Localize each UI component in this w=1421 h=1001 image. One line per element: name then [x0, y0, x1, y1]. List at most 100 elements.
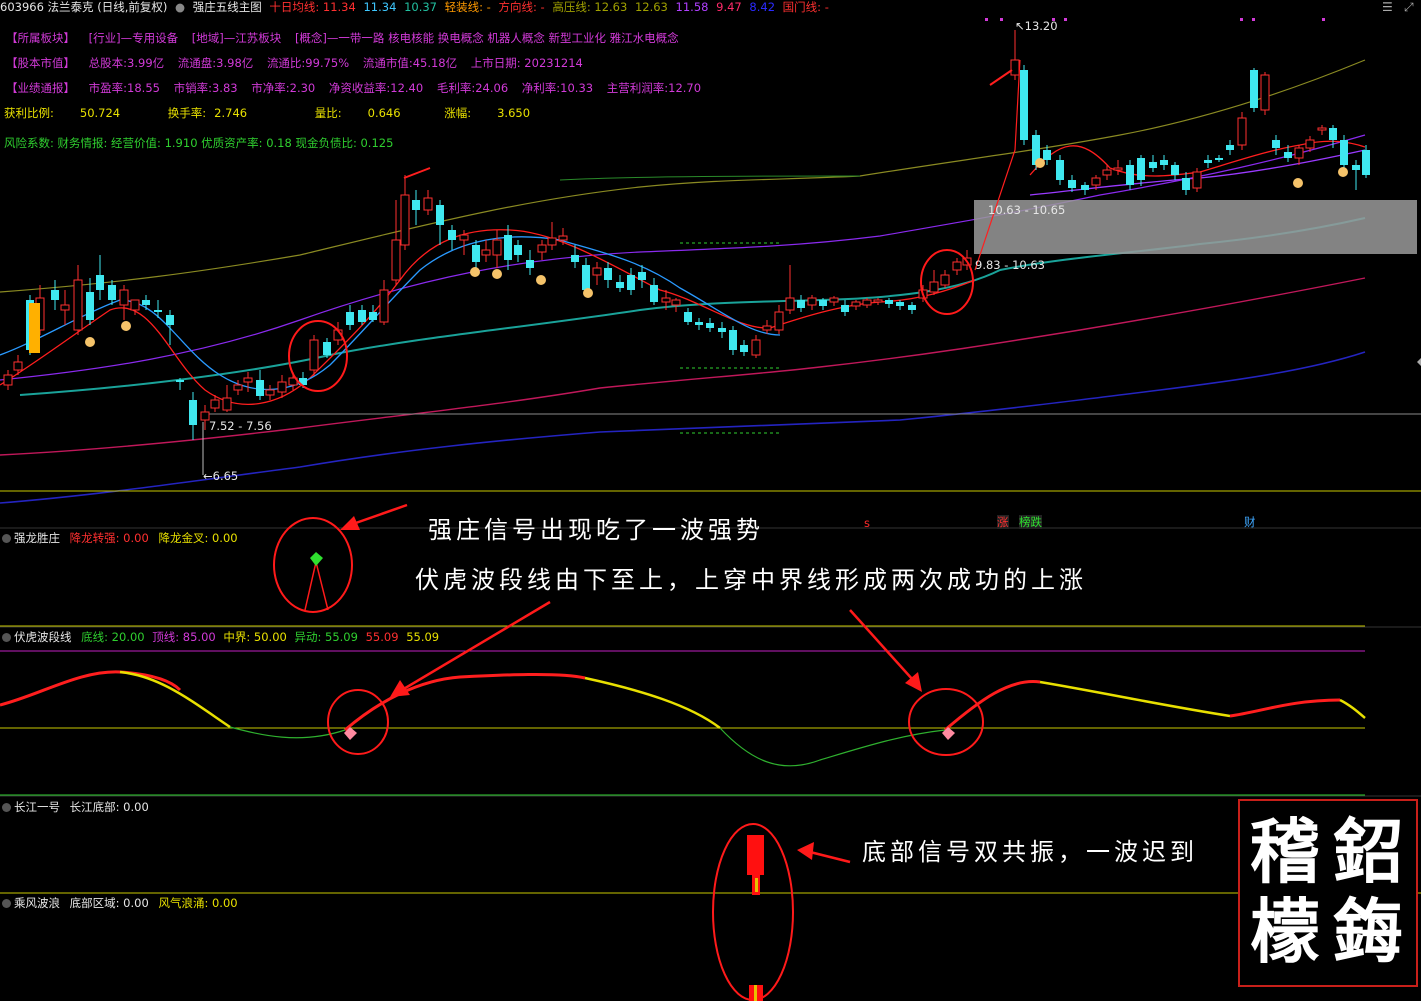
candle-body[interactable] [671, 299, 681, 306]
candle-body[interactable] [265, 389, 275, 396]
candle-body[interactable] [1102, 169, 1112, 176]
candle-body[interactable] [1352, 165, 1360, 170]
candle-body[interactable] [661, 297, 671, 303]
candle-body[interactable] [154, 310, 162, 312]
candle-body[interactable] [369, 312, 377, 320]
candle-body[interactable] [807, 297, 817, 306]
candle-body[interactable] [1020, 70, 1028, 140]
candle-body[interactable] [940, 274, 950, 286]
candle-body[interactable] [243, 377, 253, 383]
candle-body[interactable] [472, 245, 480, 262]
candle-body[interactable] [785, 297, 795, 311]
candle-body[interactable] [751, 339, 761, 356]
pane-title-chengfeng[interactable]: 乘风波浪 底部区域: 0.00 风气浪涌: 0.00 [2, 896, 238, 910]
candle-body[interactable] [108, 285, 116, 300]
candle-body[interactable] [706, 323, 714, 328]
candle-body[interactable] [176, 380, 184, 382]
candle-body[interactable] [873, 299, 883, 303]
candle-body[interactable] [1215, 158, 1223, 160]
candle-body[interactable] [1317, 127, 1327, 131]
candle-body[interactable] [492, 239, 502, 256]
candle-body[interactable] [86, 292, 94, 320]
candle-body[interactable] [119, 289, 129, 306]
candle-body[interactable] [774, 311, 784, 331]
candle-body[interactable] [582, 265, 590, 290]
candle-body[interactable] [740, 345, 748, 352]
candle-body[interactable] [1182, 178, 1190, 190]
candle-body[interactable] [627, 275, 635, 290]
candle-body[interactable] [459, 234, 469, 241]
marker-cai[interactable]: 财 [1244, 515, 1256, 529]
candle-body[interactable] [1226, 145, 1234, 150]
candle-body[interactable] [358, 310, 366, 322]
candle-body[interactable] [189, 400, 197, 425]
candle-body[interactable] [1056, 160, 1064, 180]
pane-title-qianglong[interactable]: 强龙胜庄 降龙转强: 0.00 降龙金叉: 0.00 [2, 531, 238, 545]
candle-body[interactable] [571, 255, 579, 262]
candle-body[interactable] [851, 301, 861, 307]
candle-body[interactable] [51, 290, 59, 300]
candle-body[interactable] [514, 245, 522, 255]
candle-body[interactable] [379, 289, 389, 323]
candle-body[interactable] [130, 299, 140, 311]
pane-toggle-icon[interactable] [2, 899, 11, 908]
candle-body[interactable] [616, 282, 624, 288]
candle-body[interactable] [1329, 128, 1337, 140]
candle-body[interactable] [896, 302, 904, 306]
candle-body[interactable] [96, 275, 104, 290]
candle-body[interactable] [862, 299, 872, 306]
pane-toggle-icon[interactable] [2, 534, 11, 543]
candle-body[interactable] [13, 361, 23, 371]
candle-body[interactable] [436, 205, 444, 225]
candle-body[interactable] [200, 411, 210, 421]
candle-body[interactable] [1043, 150, 1051, 160]
candle-body[interactable] [448, 230, 456, 240]
candle-body[interactable] [1149, 162, 1157, 168]
candle-body[interactable] [256, 380, 264, 396]
candle-body[interactable] [547, 237, 557, 246]
candle-body[interactable] [797, 300, 805, 308]
candle-body[interactable] [1091, 177, 1101, 186]
candle-body[interactable] [537, 244, 547, 253]
candle-body[interactable] [504, 235, 512, 260]
candle-body[interactable] [210, 399, 220, 409]
candle-body[interactable] [277, 381, 287, 393]
candle-body[interactable] [400, 194, 410, 246]
candle-body[interactable] [391, 239, 401, 281]
candle-body[interactable] [346, 312, 354, 325]
candle-body[interactable] [222, 397, 232, 411]
pane-toggle-icon[interactable] [2, 803, 11, 812]
candle-body[interactable] [233, 384, 243, 391]
candle-body[interactable] [481, 249, 491, 256]
candle-body[interactable] [819, 300, 827, 306]
candle-body[interactable] [885, 300, 893, 304]
candle-body[interactable] [1237, 117, 1247, 146]
candle-body[interactable] [1068, 180, 1076, 188]
candle-body[interactable] [1171, 165, 1179, 175]
candle-body[interactable] [166, 315, 174, 325]
candle-body[interactable] [1160, 160, 1168, 165]
candle-body[interactable] [73, 279, 83, 331]
candle-body[interactable] [1362, 150, 1370, 175]
candle-body[interactable] [638, 272, 646, 280]
marker-zhang[interactable]: 涨 [997, 515, 1009, 529]
candle-body[interactable] [1305, 139, 1315, 149]
candle-body[interactable] [829, 297, 839, 303]
marker-bang[interactable]: 榜跌 [1019, 515, 1042, 529]
candle-body[interactable] [558, 235, 568, 241]
candle-body[interactable] [762, 325, 772, 331]
candle-body[interactable] [650, 285, 658, 302]
pane-title-fuhu[interactable]: 伏虎波段线 底线: 20.00 顶线: 85.00 中界: 50.00 异动: … [2, 630, 439, 644]
candle-body[interactable] [841, 305, 849, 312]
candle-body[interactable] [1010, 59, 1020, 76]
candle-body[interactable] [604, 268, 612, 280]
candle-body[interactable] [1081, 185, 1089, 190]
candle-body[interactable] [3, 374, 13, 386]
pane-title-changjiang[interactable]: 长江一号 长江底部: 0.00 [2, 800, 149, 814]
candle-body[interactable] [908, 305, 916, 310]
candle-body[interactable] [929, 281, 939, 293]
candle-body[interactable] [1250, 70, 1258, 108]
candle-body[interactable] [526, 260, 534, 268]
candle-body[interactable] [423, 197, 433, 211]
candle-body[interactable] [1192, 171, 1202, 189]
